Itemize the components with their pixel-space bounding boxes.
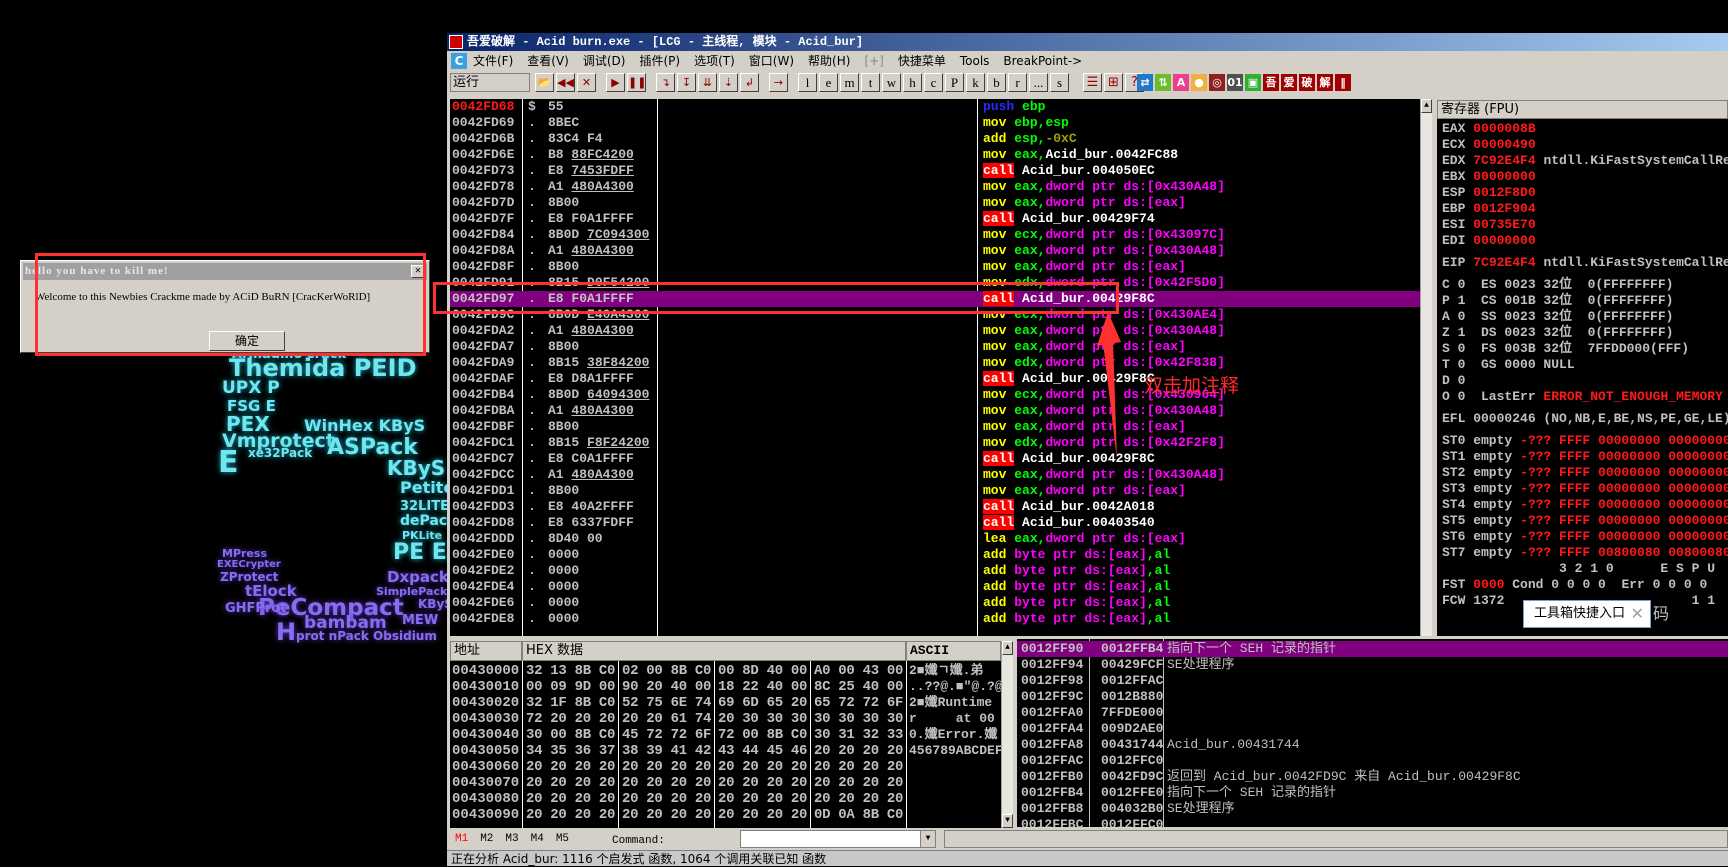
tooltip-text: 工具箱快捷入口 [1534, 606, 1626, 621]
obscured-label: 码 [1653, 604, 1670, 623]
tooltip-close-icon[interactable]: ✕ [1631, 601, 1644, 627]
arrow-shaft [1103, 340, 1117, 460]
annotation-text: 双击加注释 [1144, 375, 1240, 397]
toolbox-tooltip: 工具箱快捷入口 ✕ [1523, 600, 1651, 628]
annotation-arrow [1097, 312, 1121, 460]
arrow-head [1097, 312, 1121, 346]
